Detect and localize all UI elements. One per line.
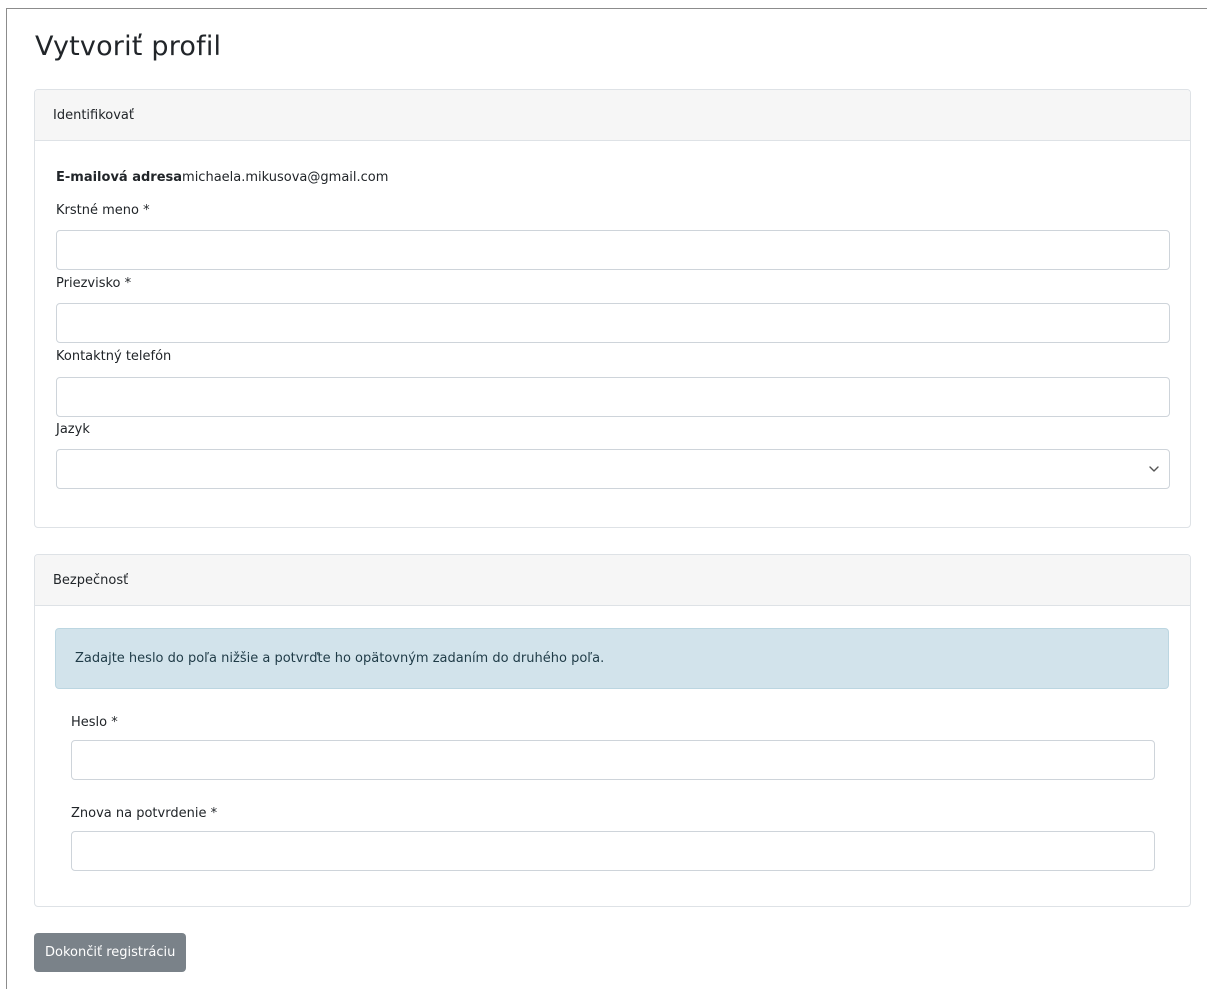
email-line: E-mailová adresamichaela.mikusova@gmail.…	[56, 170, 388, 185]
identify-card-header: Identifikovať	[35, 90, 1190, 141]
first-name-input[interactable]	[56, 230, 1170, 270]
page-title: Vytvoriť profil	[35, 31, 222, 62]
password-info-alert: Zadajte heslo do poľa nižšie a potvrďte …	[55, 628, 1169, 689]
email-value: michaela.mikusova@gmail.com	[182, 170, 389, 185]
phone-label: Kontaktný telefón	[56, 349, 172, 364]
confirm-password-input[interactable]	[71, 831, 1155, 871]
language-select[interactable]	[56, 449, 1170, 489]
email-label: E-mailová adresa	[56, 170, 183, 185]
phone-input[interactable]	[56, 377, 1170, 417]
last-name-label: Priezvisko *	[56, 276, 132, 291]
complete-registration-button[interactable]: Dokončiť registráciu	[34, 933, 187, 972]
last-name-input[interactable]	[56, 303, 1170, 343]
password-input[interactable]	[71, 740, 1155, 780]
first-name-label: Krstné meno *	[56, 203, 150, 218]
confirm-password-label: Znova na potvrdenie *	[71, 806, 218, 821]
security-card: Bezpečnosť Zadajte heslo do poľa nižšie …	[34, 554, 1191, 907]
identify-card: Identifikovať E-mailová adresamichaela.m…	[34, 89, 1191, 528]
password-label: Heslo *	[71, 715, 118, 730]
language-label: Jazyk	[56, 422, 90, 437]
page: Vytvoriť profil Identifikovať E-mailová …	[6, 8, 1207, 989]
password-info-text: Zadajte heslo do poľa nižšie a potvrďte …	[75, 651, 605, 666]
security-card-header: Bezpečnosť	[35, 555, 1190, 606]
chevron-down-icon	[1149, 466, 1159, 472]
